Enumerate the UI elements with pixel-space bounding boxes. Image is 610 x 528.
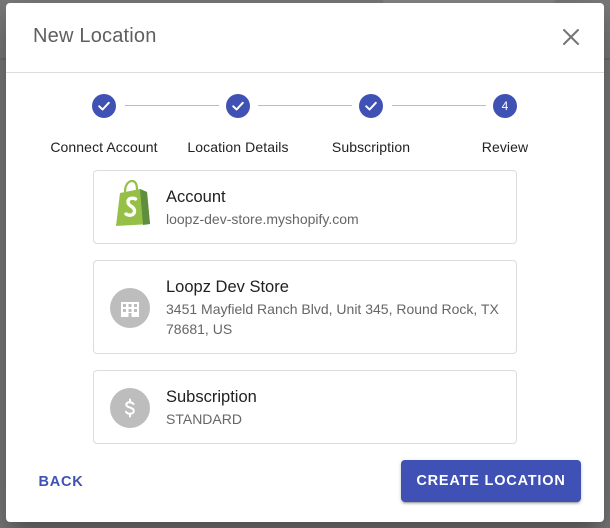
- step-label-connect-account: Connect Account: [50, 139, 158, 155]
- dialog-title: New Location: [33, 25, 157, 47]
- step-connector: [392, 105, 486, 106]
- dialog-header: New Location: [6, 3, 604, 73]
- location-address-line2: 78681, US: [166, 321, 233, 337]
- step-1-complete-icon: [92, 94, 116, 118]
- check-icon: [365, 101, 377, 111]
- close-button[interactable]: [559, 25, 583, 49]
- subscription-title: Subscription: [166, 388, 257, 406]
- step-label-subscription: Subscription: [331, 139, 411, 155]
- step-4-active-indicator: 4: [493, 94, 517, 118]
- building-icon: [110, 288, 150, 328]
- step-connector: [125, 105, 219, 106]
- shopify-logo-icon: [112, 179, 156, 228]
- step-label-review: Review: [481, 139, 529, 155]
- dollar-icon: [110, 388, 150, 428]
- subscription-plan: STANDARD: [166, 411, 242, 427]
- step-connector: [258, 105, 352, 106]
- account-card: Account loopz-dev-store.myshopify.com: [93, 170, 517, 244]
- check-icon: [98, 101, 110, 111]
- create-location-button[interactable]: CREATE LOCATION: [401, 460, 581, 502]
- location-name: Loopz Dev Store: [166, 278, 289, 296]
- check-icon: [232, 101, 244, 111]
- step-3-complete-icon: [359, 94, 383, 118]
- close-icon: [563, 29, 579, 45]
- account-title: Account: [166, 188, 226, 206]
- location-address-line1: 3451 Mayfield Ranch Blvd, Unit 345, Roun…: [166, 301, 499, 317]
- step-label-location-details: Location Details: [187, 139, 289, 155]
- step-2-complete-icon: [226, 94, 250, 118]
- account-store-url: loopz-dev-store.myshopify.com: [166, 211, 359, 227]
- subscription-card: Subscription STANDARD: [93, 370, 517, 444]
- back-button[interactable]: BACK: [28, 464, 94, 500]
- new-location-dialog: New Location 4 Connect Account Location …: [6, 3, 604, 522]
- location-card: Loopz Dev Store 3451 Mayfield Ranch Blvd…: [93, 260, 517, 354]
